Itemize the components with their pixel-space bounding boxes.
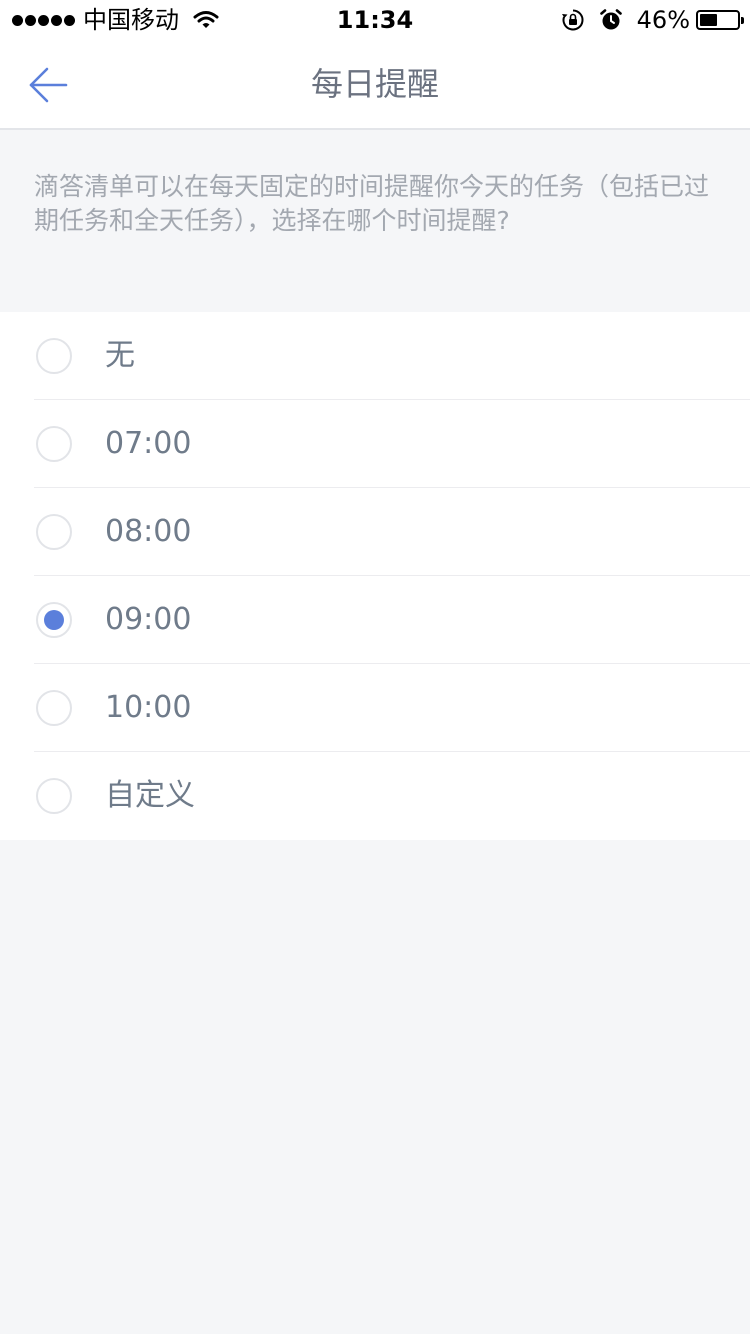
reminder-option[interactable]: 07:00 (0, 400, 750, 488)
radio-checked-icon[interactable] (36, 602, 72, 638)
status-bar: 中国移动 11:34 46% (0, 0, 750, 40)
battery-icon (696, 10, 744, 30)
reminder-option[interactable]: 08:00 (0, 488, 750, 576)
reminder-option[interactable]: 09:00 (0, 576, 750, 664)
battery-fill (700, 14, 717, 26)
option-label: 09:00 (105, 602, 192, 637)
radio-unchecked-icon[interactable] (36, 690, 72, 726)
alarm-icon (599, 8, 623, 32)
nav-bar: 每日提醒 (0, 40, 750, 130)
description-text: 滴答清单可以在每天固定的时间提醒你今天的任务（包括已过期任务和全天任务），选择在… (34, 172, 710, 235)
battery-percent: 46% (636, 6, 690, 34)
option-label: 08:00 (105, 514, 192, 549)
radio-unchecked-icon[interactable] (36, 778, 72, 814)
reminder-option-list: 无 07:00 08:00 09:00 10:00 自定义 (0, 312, 750, 840)
reminder-option[interactable]: 自定义 (0, 752, 750, 840)
reminder-option[interactable]: 10:00 (0, 664, 750, 752)
option-label: 10:00 (105, 690, 192, 725)
option-label: 无 (105, 338, 135, 373)
radio-unchecked-icon[interactable] (36, 426, 72, 462)
radio-unchecked-icon[interactable] (36, 514, 72, 550)
reminder-option[interactable]: 无 (0, 312, 750, 400)
rotation-lock-icon (561, 8, 585, 32)
page-title: 每日提醒 (310, 65, 439, 103)
option-label: 自定义 (105, 778, 195, 813)
status-right: 46% (561, 0, 744, 40)
description-section: 滴答清单可以在每天固定的时间提醒你今天的任务（包括已过期任务和全天任务），选择在… (0, 130, 750, 312)
radio-unchecked-icon[interactable] (36, 338, 72, 374)
option-label: 07:00 (105, 426, 192, 461)
